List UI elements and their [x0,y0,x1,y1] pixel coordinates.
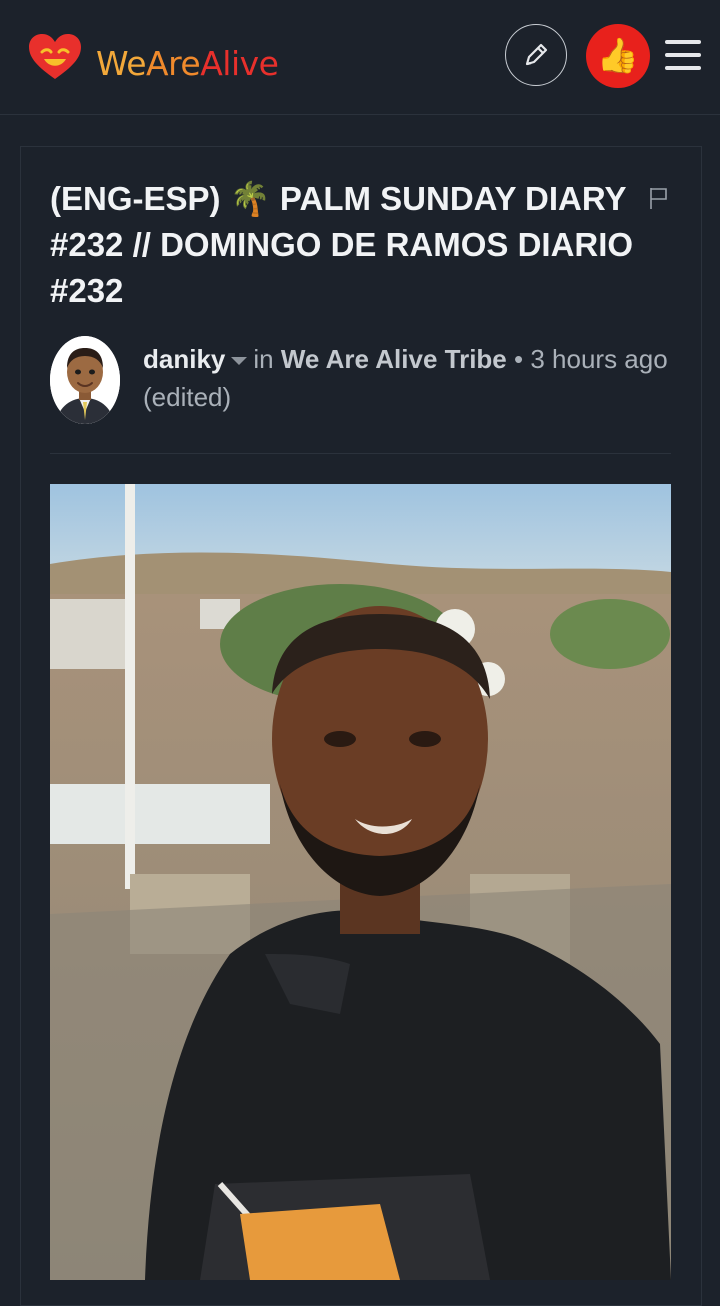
author-dropdown-caret-icon[interactable] [231,357,248,366]
community-link[interactable]: We Are Alive Tribe [281,344,507,374]
post-image[interactable] [50,484,671,1280]
write-post-button[interactable] [505,24,567,86]
post-title[interactable]: (ENG-ESP) 🌴 PALM SUNDAY DIARY #232 // DO… [50,176,635,314]
post-meta: daniky in We Are Alive Tribe • 3 hours ag… [143,340,673,416]
meta-separator: • [514,344,524,374]
brand-name-alive: Alive [200,44,279,83]
menu-line-icon [665,53,701,57]
author-avatar[interactable] [50,336,120,424]
main-menu-button[interactable] [663,38,703,72]
top-navigation-bar: WeAreAlive 👍 [0,0,720,115]
author-name-link[interactable]: daniky [143,344,225,374]
in-label: in [253,344,274,374]
flag-icon[interactable] [649,186,669,210]
thumbs-up-icon: 👍 [596,36,640,76]
upvote-button[interactable]: 👍 [586,24,650,88]
brand-name-are: Are [146,44,201,83]
brand-heart-logo-icon[interactable] [28,33,82,81]
brand-name[interactable]: WeAreAlive [96,40,279,88]
menu-line-icon [665,66,701,70]
meta-divider [50,453,671,454]
pencil-icon [525,43,548,66]
brand-name-we: We [96,44,147,83]
menu-line-icon [665,40,701,44]
